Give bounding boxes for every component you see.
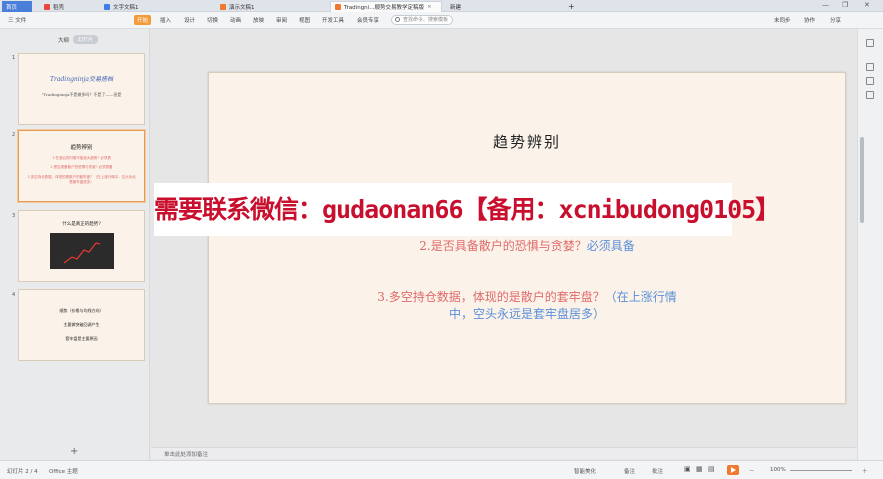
menu-view[interactable]: 视图 (299, 16, 310, 24)
slide-title[interactable]: 趋势辨别 (209, 131, 845, 152)
slide-line-3[interactable]: 3.多空持仓数据，体现的是散户的套牢盘？（在上涨行情 (209, 288, 845, 305)
share-button[interactable]: 分享 (830, 16, 841, 24)
zoom-in-icon[interactable]: ＋ (862, 467, 868, 475)
trend-chart-image (50, 233, 114, 269)
menu-design[interactable]: 设计 (184, 16, 195, 24)
normal-view-icon[interactable]: ▣ (684, 465, 691, 473)
minimize-icon[interactable]: — (822, 1, 829, 9)
tab-document[interactable]: 文字文稿1 (100, 1, 208, 12)
menu-devtools[interactable]: 开发工具 (322, 16, 344, 24)
slide-thumbnail-1[interactable]: Tradingninja交易搭档 "Tradingninja不是做多吗？不是了—… (18, 53, 145, 125)
file-menu[interactable]: 三 文件 (8, 16, 26, 24)
vertical-scrollbar[interactable] (860, 137, 864, 223)
layout-icon[interactable] (866, 91, 874, 99)
zoom-slider[interactable] (790, 470, 852, 471)
menu-member[interactable]: 会员专享 (357, 16, 379, 24)
tab-docer[interactable]: 稻壳 (40, 1, 96, 12)
trend-line-icon (63, 242, 101, 264)
slide-line-3-cont[interactable]: 中，空头永远是套牢盘居多） (209, 305, 845, 322)
status-bar: 幻灯片 2 / 4 Office 主题 智能美化 备注 批注 ▣ ▦ ▤ － 1… (0, 460, 883, 479)
current-slide[interactable]: 趋势辨别 2.是否具备散户的恐惧与贪婪？必须具备 3.多空持仓数据，体现的是散户… (208, 72, 846, 404)
presentation-icon (335, 4, 341, 10)
zoom-out-icon[interactable]: － (749, 467, 755, 475)
smart-beautify-button[interactable]: 智能美化 (574, 467, 596, 475)
slide-number: 2 (12, 132, 16, 138)
thumb-title: 趋势辨别 (70, 145, 93, 151)
slide-number: 1 (12, 55, 16, 61)
document-icon (104, 3, 110, 10)
slide-line-2[interactable]: 2.是否具备散户的恐惧与贪婪？必须具备 (209, 237, 845, 254)
reading-view-icon[interactable]: ▤ (708, 465, 715, 473)
menu-animation[interactable]: 动画 (230, 16, 241, 24)
search-icon (395, 17, 400, 22)
zoom-level[interactable]: 100% (770, 467, 786, 473)
menu-slideshow[interactable]: 放映 (253, 16, 264, 24)
theme-name: Office 主题 (49, 469, 78, 475)
presentation-icon (220, 3, 226, 10)
tab-outline[interactable]: 大纲 (58, 36, 69, 44)
menu-transition[interactable]: 切换 (207, 16, 218, 24)
menu-insert[interactable]: 插入 (160, 16, 171, 24)
thumb-subtitle: "Tradingninja不是做多吗？不是了——但是 (41, 92, 122, 97)
close-window-icon[interactable]: ✕ (864, 1, 870, 9)
tab-home[interactable]: 首页 (2, 1, 32, 12)
tab-slides[interactable]: 幻灯片 (73, 35, 99, 44)
comments-toggle[interactable]: 批注 (652, 467, 663, 475)
tab-bar: 首页 稻壳 文字文稿1 演示文稿1 Tradingni...顺势交易教学定稿版 ×… (0, 0, 883, 12)
right-sidebar (857, 29, 883, 463)
maximize-icon[interactable]: ❐ (842, 1, 848, 9)
slide-panel: 大纲 幻灯片 1 Tradingninja交易搭档 "Tradingninja不… (0, 29, 150, 463)
search-input[interactable]: 查找命令、搜索模板 (391, 15, 453, 25)
play-slideshow-button[interactable] (727, 465, 739, 475)
slide-count: 幻灯片 2 / 4 (7, 469, 38, 475)
notes-area[interactable]: 单击此处添加备注 (151, 447, 857, 459)
slide-thumbnail-4[interactable]: 顺势（价格与均线方向） 主要做突破回调产生 套牢盘是主要原因 (18, 289, 145, 361)
collaborate-button[interactable]: 协作 (804, 16, 815, 24)
docer-icon (44, 3, 50, 10)
close-tab-icon[interactable]: × (427, 4, 432, 10)
style-icon[interactable] (866, 63, 874, 71)
property-icon[interactable] (866, 39, 874, 47)
overlay-banner: 需要联系微信：gudaonan66【备用：xcnibudong0105】 (154, 183, 780, 236)
tab-presentation-1[interactable]: 演示文稿1 (216, 1, 324, 12)
add-slide-icon[interactable]: + (70, 446, 78, 457)
tab-presentation-active[interactable]: Tradingni...顺势交易教学定稿版 × (330, 1, 442, 12)
animation-icon[interactable] (866, 77, 874, 85)
slide-number: 4 (12, 292, 16, 298)
notes-toggle[interactable]: 备注 (624, 467, 635, 475)
slide-thumbnail-2[interactable]: 趋势辨别 1.在涨后的时候不能追大趋势? 必须具 2.是否具备散户的恐惧与贪婪?… (18, 130, 145, 202)
menu-review[interactable]: 审阅 (276, 16, 287, 24)
slide-number: 3 (12, 213, 16, 219)
sync-status[interactable]: 未同步 (774, 16, 791, 24)
sorter-view-icon[interactable]: ▦ (696, 465, 703, 473)
menu-start[interactable]: 开始 (134, 15, 152, 25)
thumb-title: 什么是真正的趋势? (62, 222, 101, 227)
menu-bar: 三 文件 开始 插入 设计 切换 动画 放映 审阅 视图 开发工具 会员专享 查… (0, 12, 883, 29)
tab-new[interactable]: 新建 (446, 1, 556, 12)
add-tab-icon[interactable]: + (564, 1, 576, 12)
thumb-title: Tradingninja交易搭档 (50, 76, 113, 83)
slide-thumbnail-3[interactable]: 什么是真正的趋势? (18, 210, 145, 282)
